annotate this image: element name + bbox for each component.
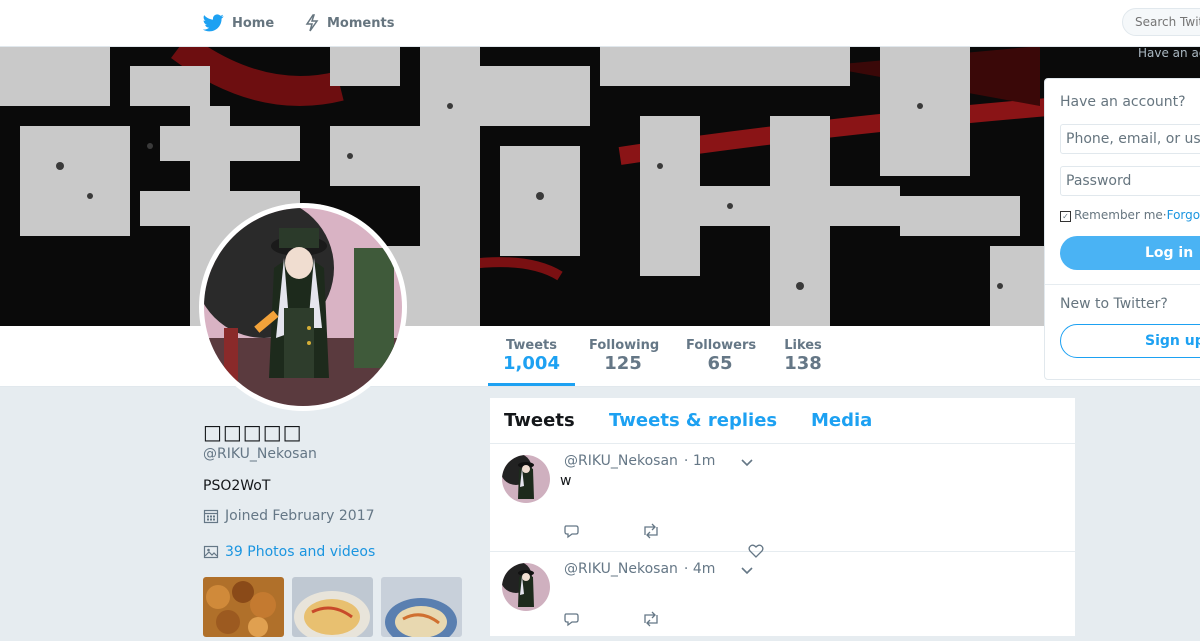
stat-likes-value: 138 [784,353,822,374]
calendar-icon [203,508,219,524]
stat-followers-value: 65 [707,353,733,374]
tab-tweets-and-replies[interactable]: Tweets & replies [609,410,777,431]
chevron-down-icon[interactable] [740,563,754,582]
remember-checkbox[interactable]: ✓ [1060,211,1071,222]
photos-and-videos[interactable]: 39 Photos and videos [203,544,473,560]
lightning-icon [305,14,319,32]
tweet-avatar[interactable] [502,563,550,611]
stat-following-value: 125 [604,353,642,374]
profile-name: □□□□□ [203,420,303,444]
remember-row: ✓ Remember me · Forgot password? [1060,208,1200,222]
stat-followers[interactable]: Followers 65 [686,326,757,386]
profile-banner [0,46,1200,326]
remember-label: Remember me [1074,208,1163,222]
login-title: Have an account? [1060,94,1186,110]
reply-icon[interactable] [563,523,580,543]
stat-tweets[interactable]: Tweets 1,004 [488,326,575,386]
stat-following[interactable]: Following 125 [589,326,660,386]
avatar-image [204,208,402,406]
profile-sidebar: □□□□□ @RIKU_Nekosan PSO2WoT Joined Febru… [203,420,473,560]
login-button[interactable]: Log in [1060,236,1200,270]
twitter-bird-icon [203,14,224,32]
new-to-twitter-label: New to Twitter? [1060,296,1168,312]
media-thumbnails [203,577,463,637]
forgot-password-link[interactable]: Forgot password? [1167,208,1200,222]
tweet-time[interactable]: · 4m [684,561,715,577]
media-thumbnail[interactable] [292,577,373,637]
reply-icon[interactable] [563,611,580,631]
username-field[interactable] [1060,124,1200,154]
signup-button[interactable]: Sign up [1060,324,1200,358]
profile-handle[interactable]: @RIKU_Nekosan [203,446,473,462]
media-thumbnail[interactable] [203,577,284,637]
tab-media[interactable]: Media [811,410,872,431]
stat-following-label: Following [589,338,660,353]
tweet-text: w [560,473,572,489]
profile-avatar[interactable] [199,203,407,411]
image-icon [203,544,219,560]
nav-home-label: Home [232,15,275,31]
have-account-link[interactable]: Have an account? [1138,46,1200,60]
profile-stats-bar: Tweets 1,004 Following 125 Followers 65 … [0,326,1200,387]
stat-likes[interactable]: Likes 138 [783,326,823,386]
photos-link[interactable]: 39 Photos and videos [225,544,375,560]
tweet-handle[interactable]: @RIKU_Nekosan [564,453,678,469]
chevron-down-icon[interactable] [740,455,754,474]
search-input[interactable] [1122,8,1200,36]
profile-bio: PSO2WoT [203,478,271,494]
tweet[interactable]: @RIKU_Nekosan · 4m [490,551,1075,641]
tweet-time[interactable]: · 1m [684,453,715,469]
stat-tweets-value: 1,004 [503,353,560,374]
stat-tweets-label: Tweets [505,338,558,353]
stat-followers-label: Followers [686,338,757,353]
tweet-header: @RIKU_Nekosan · 1m [564,453,715,469]
tab-tweets[interactable]: Tweets [504,410,575,431]
retweet-icon[interactable] [641,611,661,631]
top-navigation-bar: Home Moments [0,0,1200,47]
stat-likes-label: Likes [784,338,822,353]
tweet-header: @RIKU_Nekosan · 4m [564,561,715,577]
media-thumbnail[interactable] [381,577,462,637]
nav-moments[interactable]: Moments [305,0,394,46]
timeline-tabs: Tweets Tweets & replies Media [490,398,1075,444]
login-card: Have an account? ✓ Remember me · Forgot … [1044,78,1200,380]
tweet-avatar[interactable] [502,455,550,503]
tweet-handle[interactable]: @RIKU_Nekosan [564,561,678,577]
tweet[interactable]: @RIKU_Nekosan · 1m w [490,443,1075,558]
profile-joined: Joined February 2017 [203,508,473,524]
nav-moments-label: Moments [327,15,395,31]
retweet-icon[interactable] [641,523,661,543]
profile-joined-label: Joined February 2017 [225,508,375,524]
nav-home[interactable]: Home [203,0,274,46]
password-field[interactable] [1060,166,1200,196]
divider [1045,284,1200,285]
timeline: Tweets Tweets & replies Media @RIKU_Neko… [489,397,1076,637]
